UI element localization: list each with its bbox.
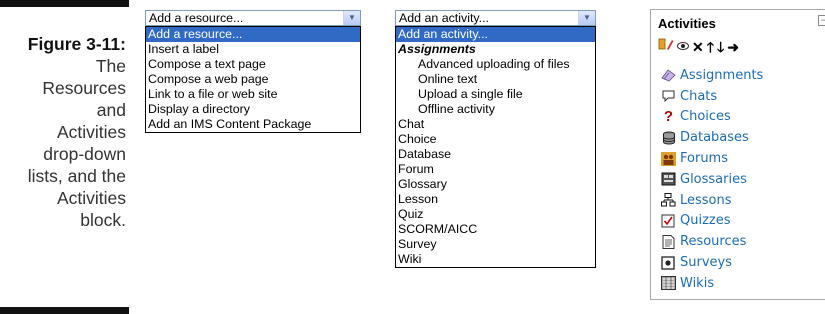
resource-option[interactable]: Insert a label xyxy=(146,42,360,57)
move-right-icon[interactable]: ➜ xyxy=(727,40,739,54)
activity-option[interactable]: Advanced uploading of files xyxy=(396,57,595,72)
database-icon xyxy=(661,131,676,145)
caption-line: The xyxy=(95,56,126,76)
resource-select[interactable]: Add a resource... ▼ xyxy=(145,10,361,26)
survey-icon xyxy=(661,255,676,270)
activity-option[interactable]: Glossary xyxy=(396,177,595,192)
activity-item-resources[interactable]: Resources xyxy=(661,231,763,252)
caption-line: block. xyxy=(80,210,126,230)
activity-item-chats[interactable]: Chats xyxy=(661,86,763,107)
activity-options-list: Add an activity... Assignments Advanced … xyxy=(395,26,596,268)
activity-option[interactable]: Chat xyxy=(396,117,595,132)
activity-item-label: Glossaries xyxy=(680,171,747,187)
activity-item-label: Lessons xyxy=(680,192,732,208)
activity-item-databases[interactable]: Databases xyxy=(661,127,763,148)
activity-select[interactable]: Add an activity... ▼ xyxy=(395,10,596,26)
activity-item-wikis[interactable]: Wikis xyxy=(661,273,763,294)
activity-option[interactable]: Offline activity xyxy=(396,102,595,117)
activity-list: Assignments Chats ? Choices Databases Fo… xyxy=(661,65,763,294)
activity-dropdown[interactable]: Add an activity... ▼ Add an activity... … xyxy=(395,10,596,268)
activity-option[interactable]: Survey xyxy=(396,237,595,252)
activity-option[interactable]: Lesson xyxy=(396,192,595,207)
wiki-icon xyxy=(661,276,676,291)
collapse-icon[interactable]: − xyxy=(818,15,825,26)
chat-icon xyxy=(661,89,676,103)
activity-item-forums[interactable]: Forums xyxy=(661,148,763,169)
resource-options-list: Add a resource... Insert a label Compose… xyxy=(145,26,361,133)
activity-item-label: Choices xyxy=(680,109,731,125)
resource-option[interactable]: Display a directory xyxy=(146,102,360,117)
edit-icon[interactable] xyxy=(658,37,674,56)
resource-option[interactable]: Add a resource... xyxy=(146,27,360,42)
activity-option[interactable]: Wiki xyxy=(396,252,595,267)
move-up-icon[interactable]: 🡑 xyxy=(707,40,714,54)
activity-item-label: Wikis xyxy=(680,275,715,291)
activity-item-label: Databases xyxy=(680,130,749,146)
activity-item-surveys[interactable]: Surveys xyxy=(661,252,763,273)
activity-option[interactable]: Add an activity... xyxy=(396,27,595,42)
caption-line: lists, and the xyxy=(27,166,126,186)
resource-option[interactable]: Compose a text page xyxy=(146,57,360,72)
resource-option[interactable]: Compose a web page xyxy=(146,72,360,87)
activity-option[interactable]: Online text xyxy=(396,72,595,87)
activity-option[interactable]: SCORM/AICC xyxy=(396,222,595,237)
resource-option[interactable]: Add an IMS Content Package xyxy=(146,117,360,132)
caption-line: Activities xyxy=(56,188,126,208)
resource-option[interactable]: Link to a file or web site xyxy=(146,87,360,102)
chevron-down-icon[interactable]: ▼ xyxy=(343,11,360,25)
resource-icon xyxy=(661,234,676,249)
activities-block: Activities − ✕ 🡑 🡓 ➜ Assignments Chats ? xyxy=(650,9,825,300)
chevron-down-icon[interactable]: ▼ xyxy=(578,11,595,25)
activity-item-label: Chats xyxy=(680,88,718,104)
activity-item-glossaries[interactable]: Glossaries xyxy=(661,169,763,190)
caption-line: and xyxy=(96,100,126,120)
activity-item-quizzes[interactable]: Quizzes xyxy=(661,211,763,232)
caption-bottom-rule xyxy=(0,307,129,314)
caption-top-rule xyxy=(0,0,129,7)
activity-item-choices[interactable]: ? Choices xyxy=(661,107,763,128)
activity-item-lessons[interactable]: Lessons xyxy=(661,190,763,211)
forum-icon xyxy=(661,151,676,166)
caption-line: Activities xyxy=(56,122,126,142)
activity-select-value: Add an activity... xyxy=(399,11,489,25)
lesson-icon xyxy=(661,193,676,207)
figure-label: Figure 3-11: xyxy=(27,34,126,54)
activity-item-label: Quizzes xyxy=(680,213,731,229)
activity-item-label: Resources xyxy=(680,234,747,250)
choice-icon: ? xyxy=(663,108,674,126)
resource-select-value: Add a resource... xyxy=(149,11,244,25)
activity-item-label: Forums xyxy=(680,151,728,167)
activity-item-label: Assignments xyxy=(680,67,764,83)
block-title: Activities xyxy=(658,16,716,31)
quiz-icon xyxy=(661,214,676,228)
figure-caption: Figure 3-11: The Resources and Activitie… xyxy=(0,33,126,231)
activity-option[interactable]: Quiz xyxy=(396,207,595,222)
block-editing-tools: ✕ 🡑 🡓 ➜ xyxy=(658,37,739,56)
caption-line: drop-down xyxy=(43,144,126,164)
activity-option-group: Assignments xyxy=(398,42,476,56)
move-down-icon[interactable]: 🡓 xyxy=(717,40,724,54)
eye-icon[interactable] xyxy=(677,38,689,56)
activity-option[interactable]: Database xyxy=(396,147,595,162)
activity-option[interactable]: Choice xyxy=(396,132,595,147)
activity-option[interactable]: Forum xyxy=(396,162,595,177)
resource-dropdown[interactable]: Add a resource... ▼ Add a resource... In… xyxy=(145,10,361,133)
activity-item-label: Surveys xyxy=(680,255,732,271)
glossary-icon xyxy=(661,172,676,186)
delete-icon[interactable]: ✕ xyxy=(692,40,704,54)
activity-option[interactable]: Upload a single file xyxy=(396,87,595,102)
caption-line: Resources xyxy=(42,78,126,98)
activity-item-assignments[interactable]: Assignments xyxy=(661,65,763,86)
assignment-icon xyxy=(661,68,676,82)
